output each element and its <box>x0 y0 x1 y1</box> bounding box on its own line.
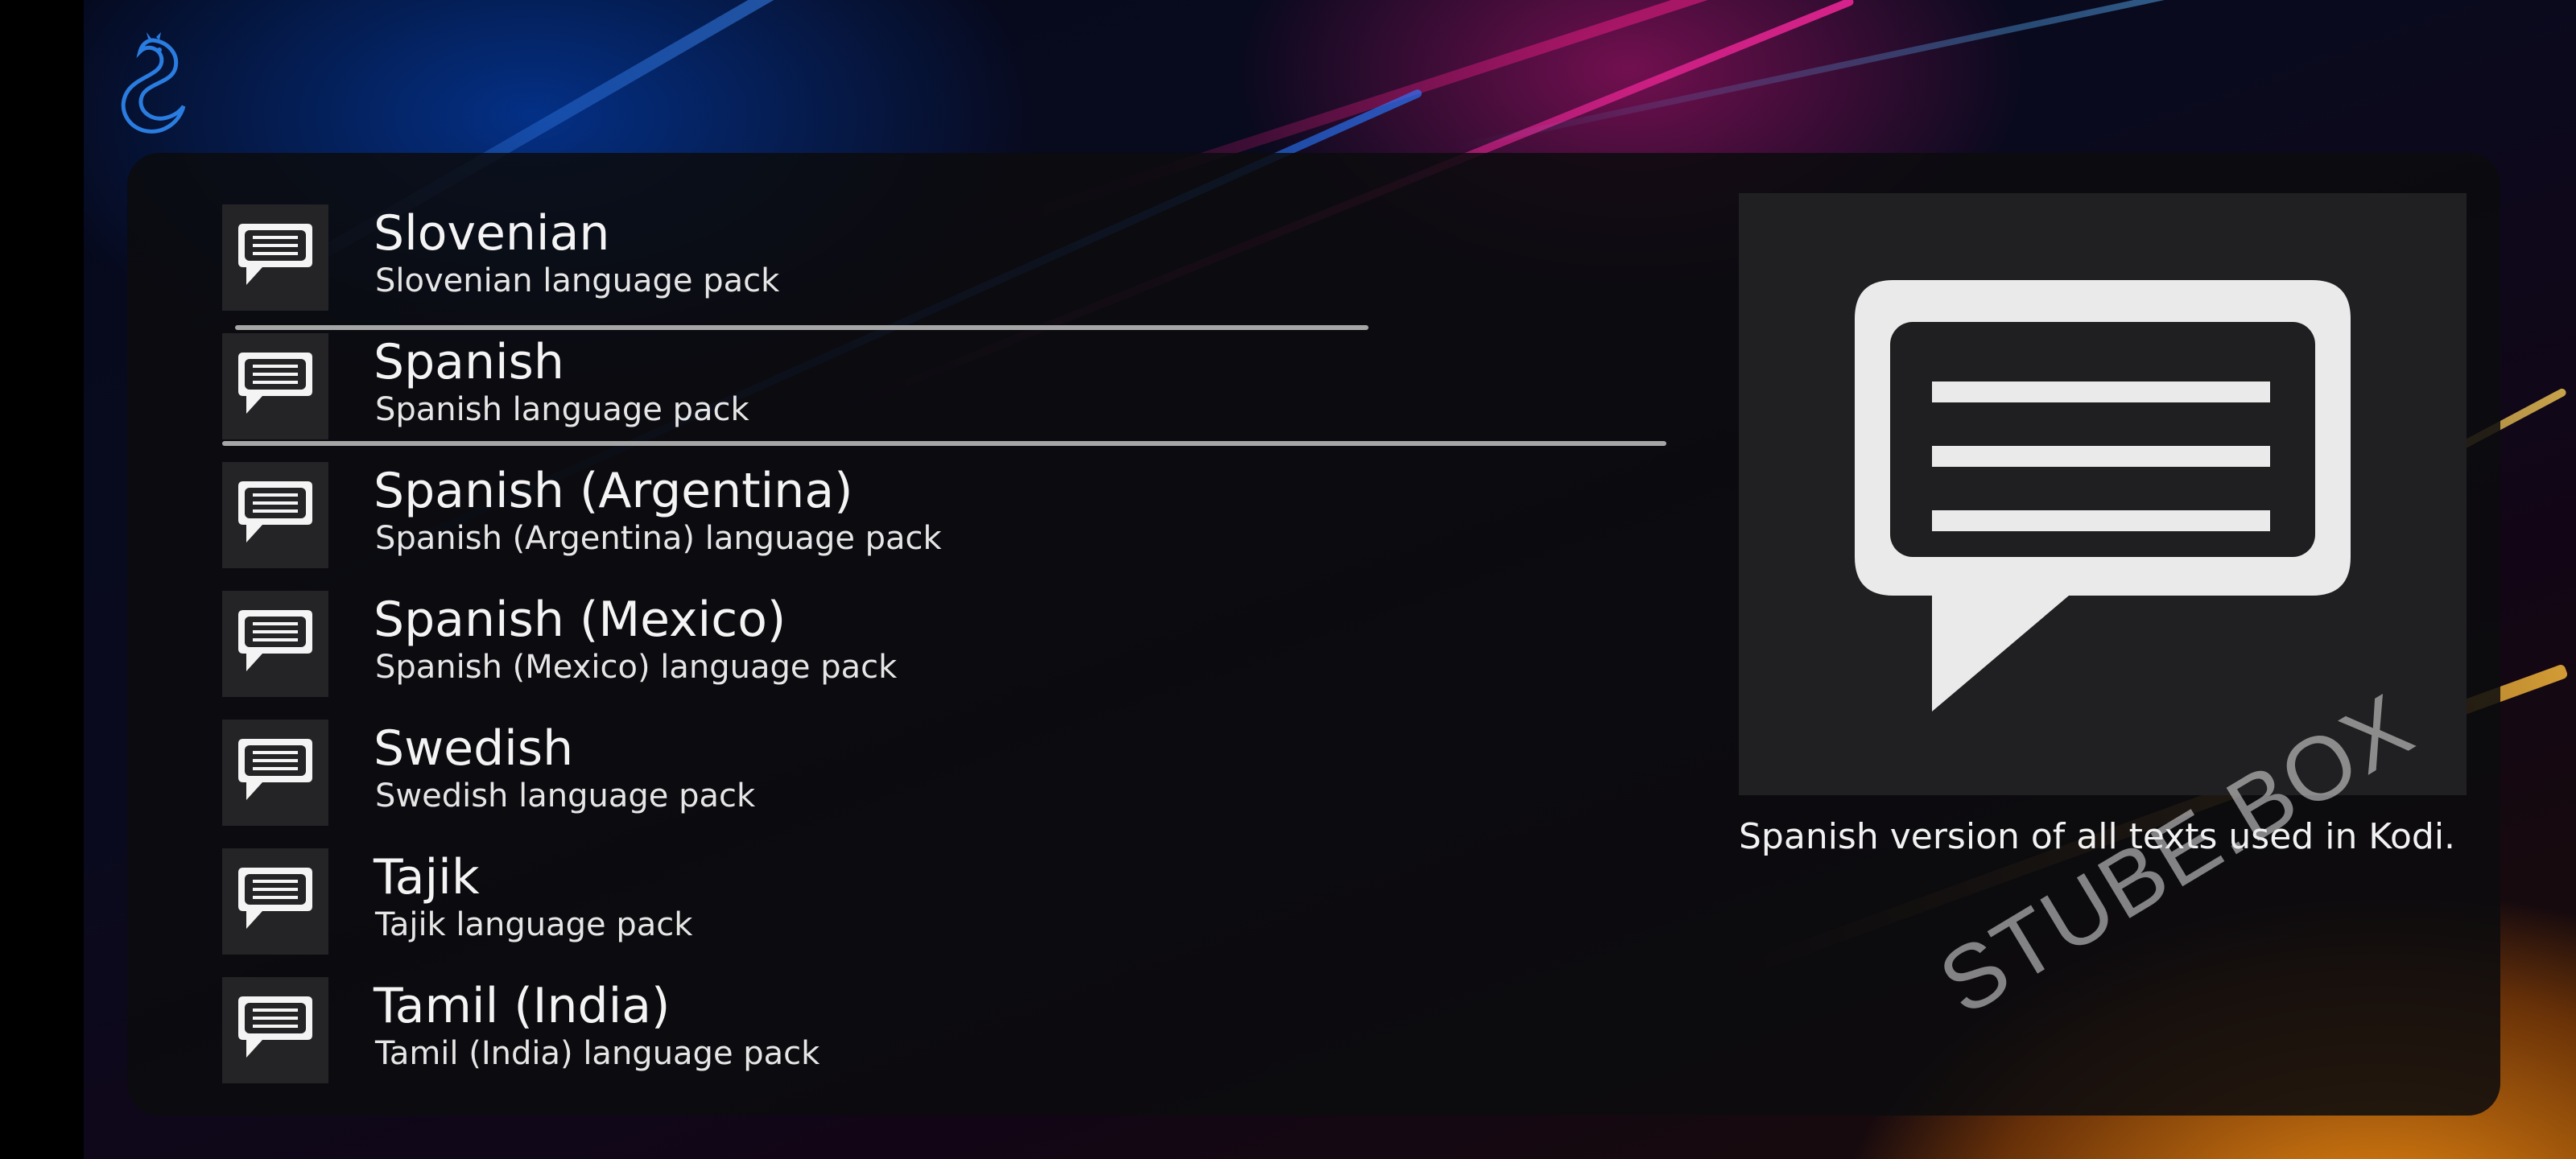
list-item-title: Slovenian <box>374 205 610 262</box>
left-letterbox <box>0 0 84 1159</box>
list-item-title: Tamil (India) <box>374 978 671 1034</box>
focus-divider-top <box>235 325 1368 330</box>
list-item-subtitle: Slovenian language pack <box>375 262 780 299</box>
chat-bubble-icon <box>222 333 328 439</box>
list-item[interactable]: Tamil (India) Tamil (India) language pac… <box>222 972 1671 1101</box>
list-item-focused[interactable]: Spanish Spanish language pack <box>222 328 1671 457</box>
chat-bubble-icon <box>222 204 328 311</box>
kodi-language-browser: Slovenian Slovenian language pack Spanis… <box>0 0 2576 1159</box>
list-item-subtitle: Tajik language pack <box>375 906 693 943</box>
chat-bubble-icon <box>222 977 328 1083</box>
list-item-subtitle: Swedish language pack <box>375 777 756 815</box>
list-item-subtitle: Tamil (India) language pack <box>375 1035 820 1072</box>
list-item-subtitle: Spanish (Mexico) language pack <box>375 649 898 686</box>
chat-bubble-icon <box>222 462 328 568</box>
list-item-title: Swedish <box>374 720 574 777</box>
dragon-logo-icon <box>121 32 186 134</box>
chat-bubble-icon <box>222 720 328 826</box>
list-item[interactable]: Tajik Tajik language pack <box>222 843 1671 972</box>
list-item[interactable]: Swedish Swedish language pack <box>222 715 1671 843</box>
list-item-subtitle: Spanish (Argentina) language pack <box>375 520 942 557</box>
focus-divider-bottom <box>222 441 1666 446</box>
list-item-title: Spanish (Argentina) <box>374 463 853 519</box>
list-item[interactable]: Slovenian Slovenian language pack <box>222 200 1671 328</box>
list-item-title: Spanish <box>374 334 564 390</box>
chat-bubble-icon <box>1855 280 2351 711</box>
list-item-subtitle: Spanish language pack <box>375 391 749 428</box>
list-item[interactable]: Spanish (Argentina) Spanish (Argentina) … <box>222 457 1671 586</box>
chat-bubble-icon <box>222 591 328 697</box>
chat-bubble-icon <box>222 848 328 955</box>
list-item-title: Spanish (Mexico) <box>374 592 786 648</box>
language-list: Slovenian Slovenian language pack Spanis… <box>222 200 1671 1101</box>
list-item-title: Tajik <box>374 849 480 905</box>
list-item[interactable]: Spanish (Mexico) Spanish (Mexico) langua… <box>222 586 1671 715</box>
